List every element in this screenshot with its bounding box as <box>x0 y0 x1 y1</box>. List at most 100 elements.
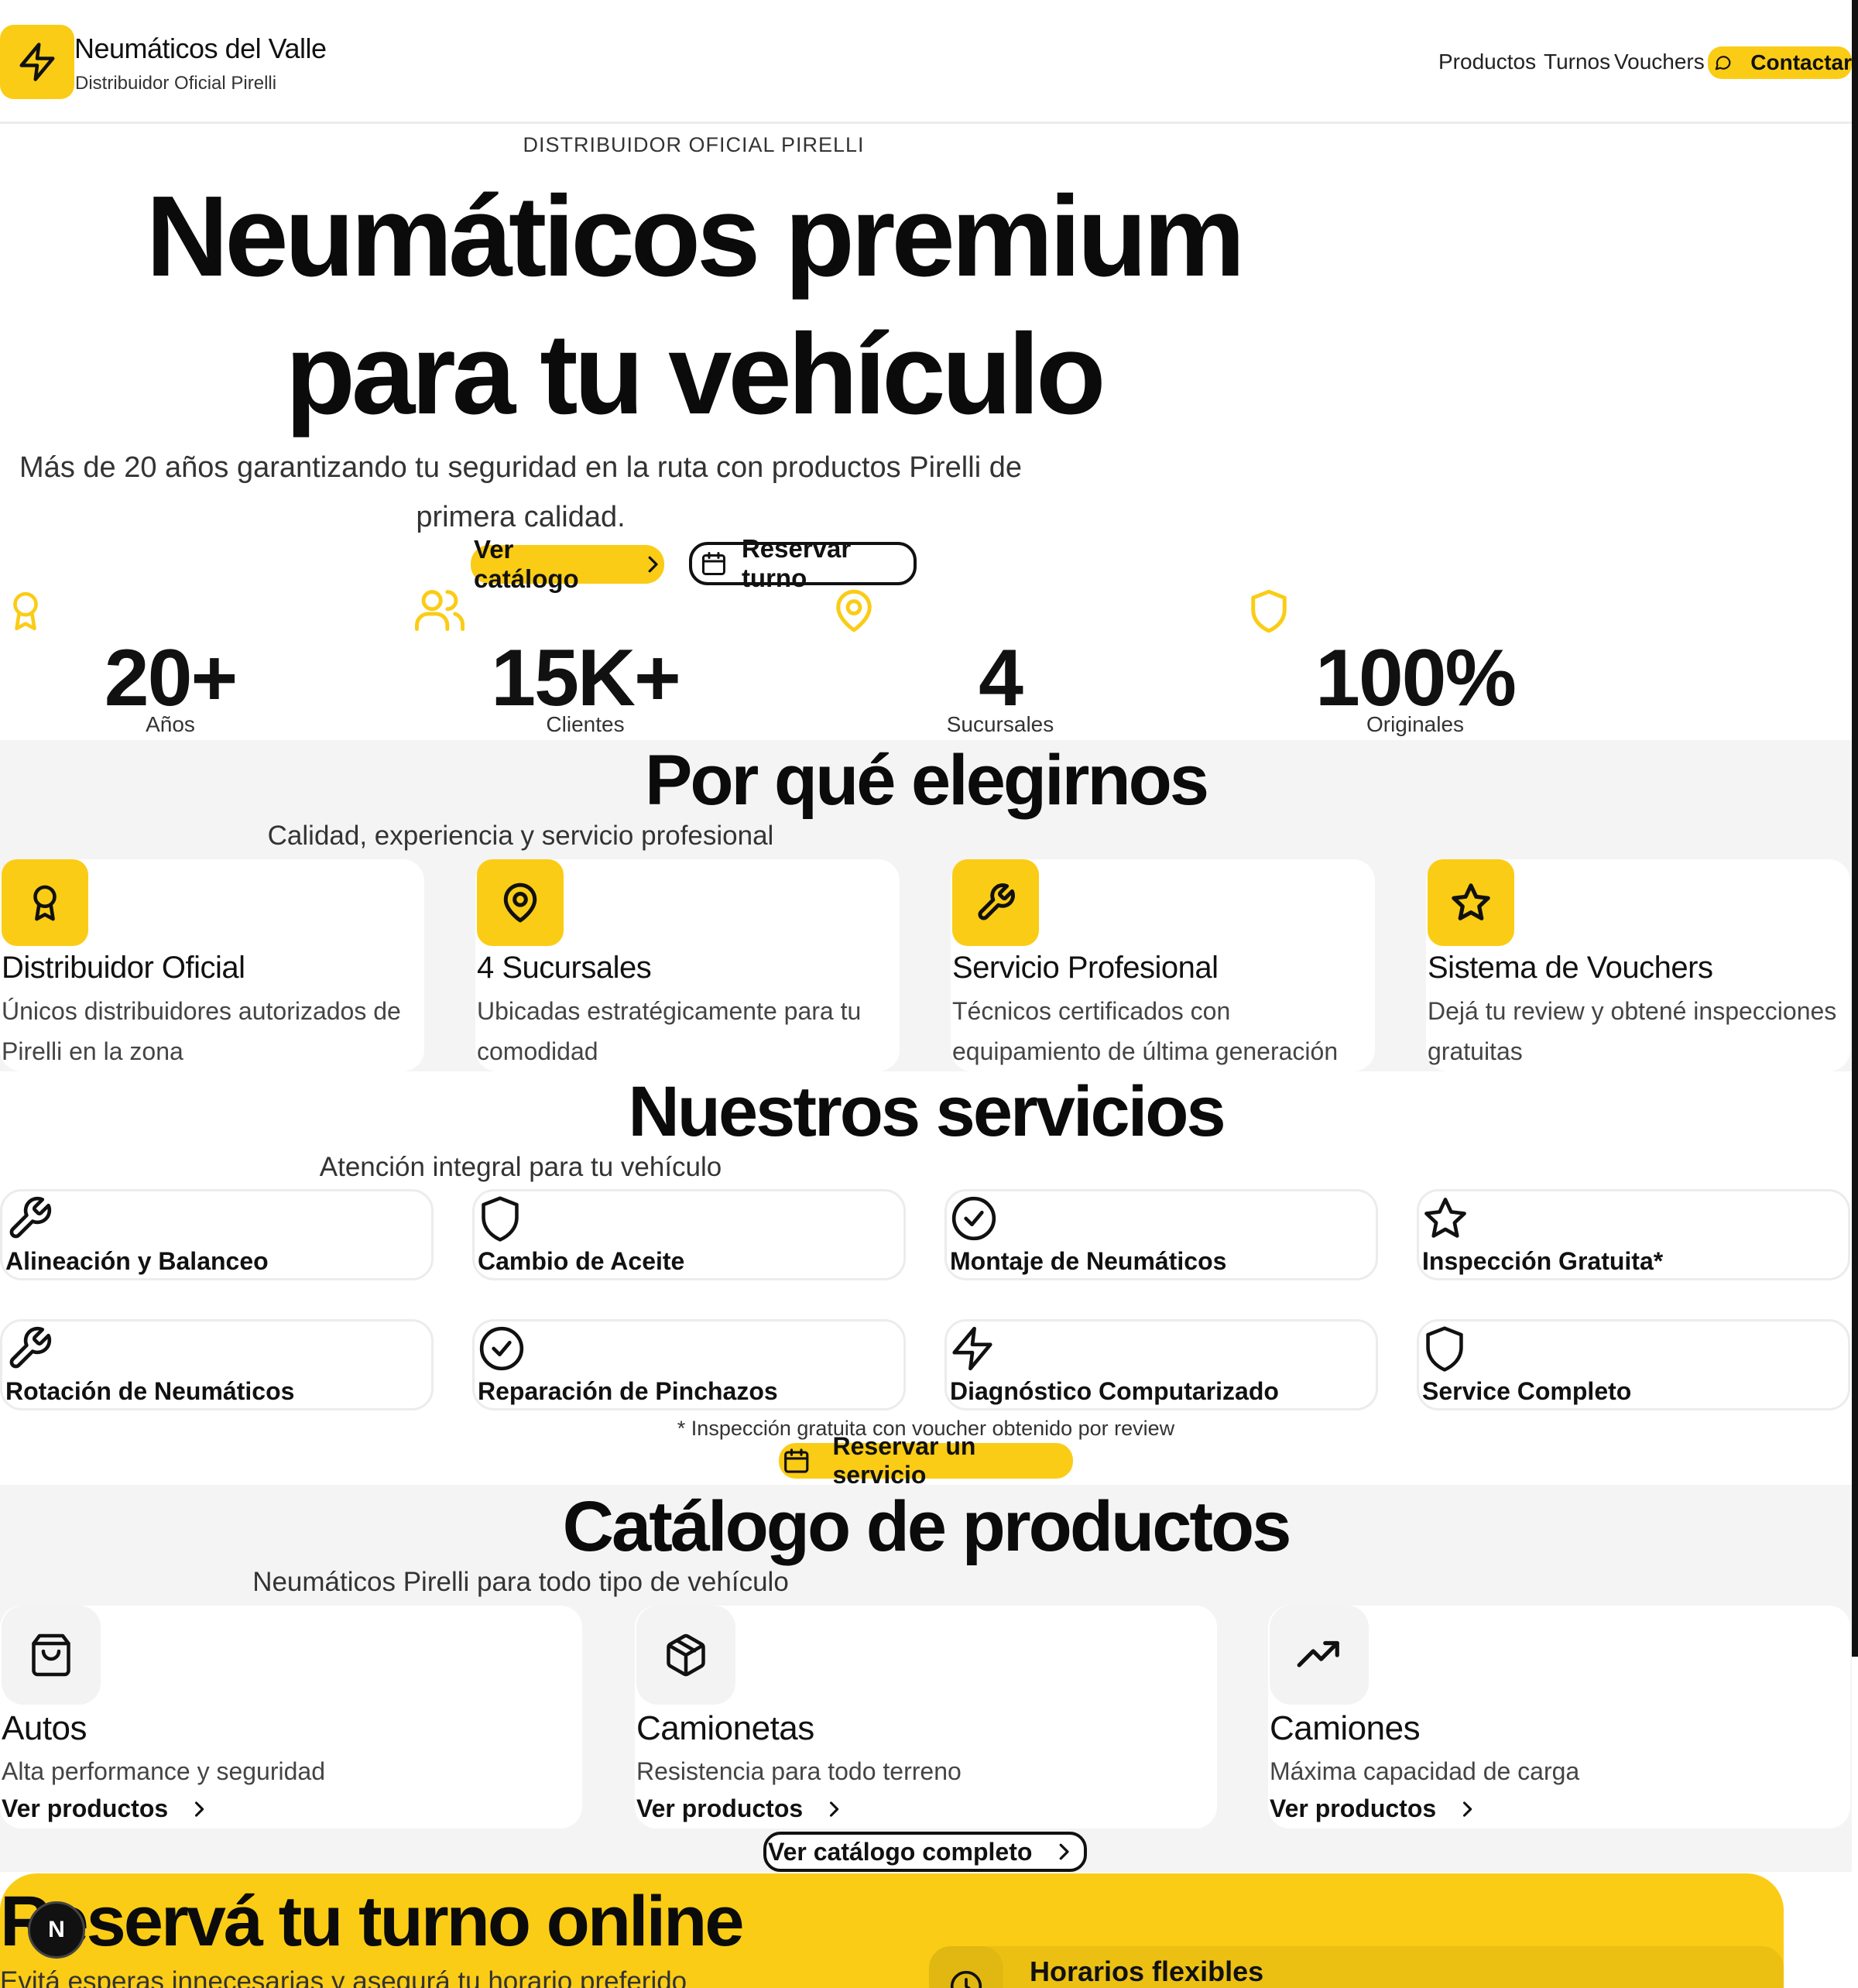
view-catalog-label: Ver catálogo <box>474 535 579 593</box>
catalog-card-title: Camiones <box>1270 1709 1421 1747</box>
service-card-rotation[interactable]: Rotación de Neumáticos <box>0 1319 434 1410</box>
box-icon <box>667 1633 705 1677</box>
book-appointment-button[interactable]: Reservar turno <box>689 534 917 592</box>
nav-vouchers[interactable]: Vouchers <box>1614 50 1705 74</box>
wrench-icon <box>978 883 1015 920</box>
brand-logo[interactable] <box>0 25 74 99</box>
stat-shield-icon <box>1248 587 1290 635</box>
shield-icon <box>1251 589 1287 633</box>
award-icon <box>33 885 57 921</box>
chevron-right-icon <box>648 556 658 573</box>
service-card-diagnostic[interactable]: Diagnóstico Computarizado <box>944 1319 1378 1410</box>
map-pin-icon <box>503 883 537 923</box>
why-card-desc: Pirelli en la zona <box>2 1037 183 1065</box>
stat-value-years: 20+ <box>104 633 238 723</box>
why-card-icon-box <box>952 859 1039 946</box>
star-icon <box>1424 1198 1466 1238</box>
chevron-right-icon <box>1060 1843 1070 1860</box>
contact-label: Contactar <box>1750 50 1852 74</box>
zap-icon <box>952 1326 992 1371</box>
why-card-title: 4 Sucursales <box>477 951 652 985</box>
wrench-icon <box>9 1326 52 1369</box>
check-circle-icon <box>479 1326 524 1371</box>
why-card-title: Distribuidor Oficial <box>2 951 245 985</box>
why-card-icon-box <box>2 859 88 946</box>
chevron-right-icon <box>195 1801 204 1817</box>
why-card-desc: equipamiento de última generación <box>952 1037 1339 1065</box>
service-label: Reparación de Pinchazos <box>478 1377 778 1405</box>
message-circle-icon <box>1715 56 1731 70</box>
book-service-button[interactable]: Reservar un servicio <box>779 1432 1073 1489</box>
full-catalog-label: Ver catálogo completo <box>768 1837 1033 1866</box>
stat-value-clients: 15K+ <box>491 633 681 723</box>
service-card-complete[interactable]: Service Completo <box>1417 1319 1850 1410</box>
catalog-card-pickups[interactable]: Camionetas Resistencia para todo terreno… <box>635 1606 1217 1829</box>
catalog-card-desc: Resistencia para todo terreno <box>636 1757 962 1785</box>
stat-map-pin-icon <box>833 587 875 635</box>
why-card-title: Servicio Profesional <box>952 951 1219 985</box>
catalog-card-cars[interactable]: Autos Alta performance y seguridad Ver p… <box>0 1606 582 1829</box>
service-card-alignment[interactable]: Alineación y Balanceo <box>0 1189 434 1280</box>
dev-tools-badge[interactable]: N <box>28 1901 85 1959</box>
service-card-oil[interactable]: Cambio de Aceite <box>472 1189 906 1280</box>
catalog-card-link[interactable]: Ver productos <box>636 1794 845 1823</box>
why-card-desc: Dejá tu review y obtené inspecciones <box>1428 997 1837 1025</box>
calendar-icon <box>784 1448 809 1473</box>
why-card-icon-box <box>477 859 564 946</box>
booking-feature-title: Horarios flexibles <box>1030 1955 1264 1987</box>
stat-label-original: Originales <box>1366 712 1465 736</box>
clock-icon <box>950 1970 982 1988</box>
hero-title-line2: para tu vehículo <box>285 310 1106 438</box>
catalog-subtitle: Neumáticos Pirelli para todo tipo de veh… <box>252 1567 789 1597</box>
hero-eyebrow: DISTRIBUIDOR OFICIAL PIRELLI <box>523 133 865 156</box>
scrollbar-track[interactable] <box>1852 0 1858 1657</box>
star-icon <box>1452 883 1490 920</box>
service-label: Cambio de Aceite <box>478 1247 685 1275</box>
service-label: Inspección Gratuita* <box>1422 1247 1664 1275</box>
service-card-mounting[interactable]: Montaje de Neumáticos <box>944 1189 1378 1280</box>
shield-icon <box>1426 1326 1463 1372</box>
why-card-title: Sistema de Vouchers <box>1428 951 1713 985</box>
stat-value-original: 100% <box>1315 633 1517 723</box>
catalog-card-link-label: Ver productos <box>636 1794 804 1822</box>
services-title: Nuestros servicios <box>628 1072 1226 1151</box>
catalog-card-link-label: Ver productos <box>1270 1794 1437 1822</box>
service-label: Alineación y Balanceo <box>5 1247 269 1275</box>
why-card-desc: Únicos distribuidores autorizados de <box>2 997 401 1025</box>
why-card-desc: comodidad <box>477 1037 598 1065</box>
service-card-inspection[interactable]: Inspección Gratuita* <box>1417 1189 1850 1280</box>
map-pin-icon <box>836 589 872 632</box>
nav-productos[interactable]: Productos <box>1438 50 1536 74</box>
full-catalog-button[interactable]: Ver catálogo completo <box>763 1832 1087 1872</box>
contact-button[interactable]: Contactar <box>1708 46 1852 79</box>
why-subtitle: Calidad, experiencia y servicio profesio… <box>267 821 774 851</box>
chevron-right-icon <box>1463 1801 1472 1817</box>
service-label: Diagnóstico Computarizado <box>950 1377 1279 1405</box>
nav-turnos[interactable]: Turnos <box>1544 50 1610 74</box>
service-label: Montaje de Neumáticos <box>950 1247 1227 1275</box>
booking-title: Reservá tu turno online <box>0 1882 744 1961</box>
catalog-card-trucks[interactable]: Camiones Máxima capacidad de carga Ver p… <box>1268 1606 1850 1829</box>
calendar-icon <box>701 552 725 575</box>
shopping-bag-icon <box>32 1633 70 1677</box>
shield-icon <box>482 1196 519 1242</box>
catalog-card-title: Autos <box>2 1709 87 1747</box>
catalog-card-link[interactable]: Ver productos <box>1270 1794 1478 1823</box>
catalog-card-link-label: Ver productos <box>2 1794 169 1822</box>
catalog-title: Catálogo de productos <box>562 1487 1292 1566</box>
catalog-card-icon-box <box>1270 1606 1369 1705</box>
view-catalog-button[interactable]: Ver catálogo <box>471 535 664 593</box>
catalog-card-desc: Alta performance y seguridad <box>2 1757 325 1785</box>
why-card-desc: gratuitas <box>1428 1037 1523 1065</box>
why-card-desc: Técnicos certificados con <box>952 997 1231 1025</box>
service-card-puncture[interactable]: Reparación de Pinchazos <box>472 1319 906 1410</box>
book-service-label: Reservar un servicio <box>832 1432 976 1489</box>
catalog-card-desc: Máxima capacidad de carga <box>1270 1757 1580 1785</box>
stat-label-branches: Sucursales <box>946 712 1054 736</box>
site-header: Neumáticos del Valle Distribuidor Oficia… <box>0 0 1858 124</box>
catalog-card-icon-box <box>2 1606 101 1705</box>
award-icon <box>13 591 38 631</box>
brand-name[interactable]: Neumáticos del Valle <box>74 33 327 65</box>
catalog-card-link[interactable]: Ver productos <box>2 1794 210 1823</box>
booking-feature-card: Horarios flexibles <box>929 1946 1784 1988</box>
